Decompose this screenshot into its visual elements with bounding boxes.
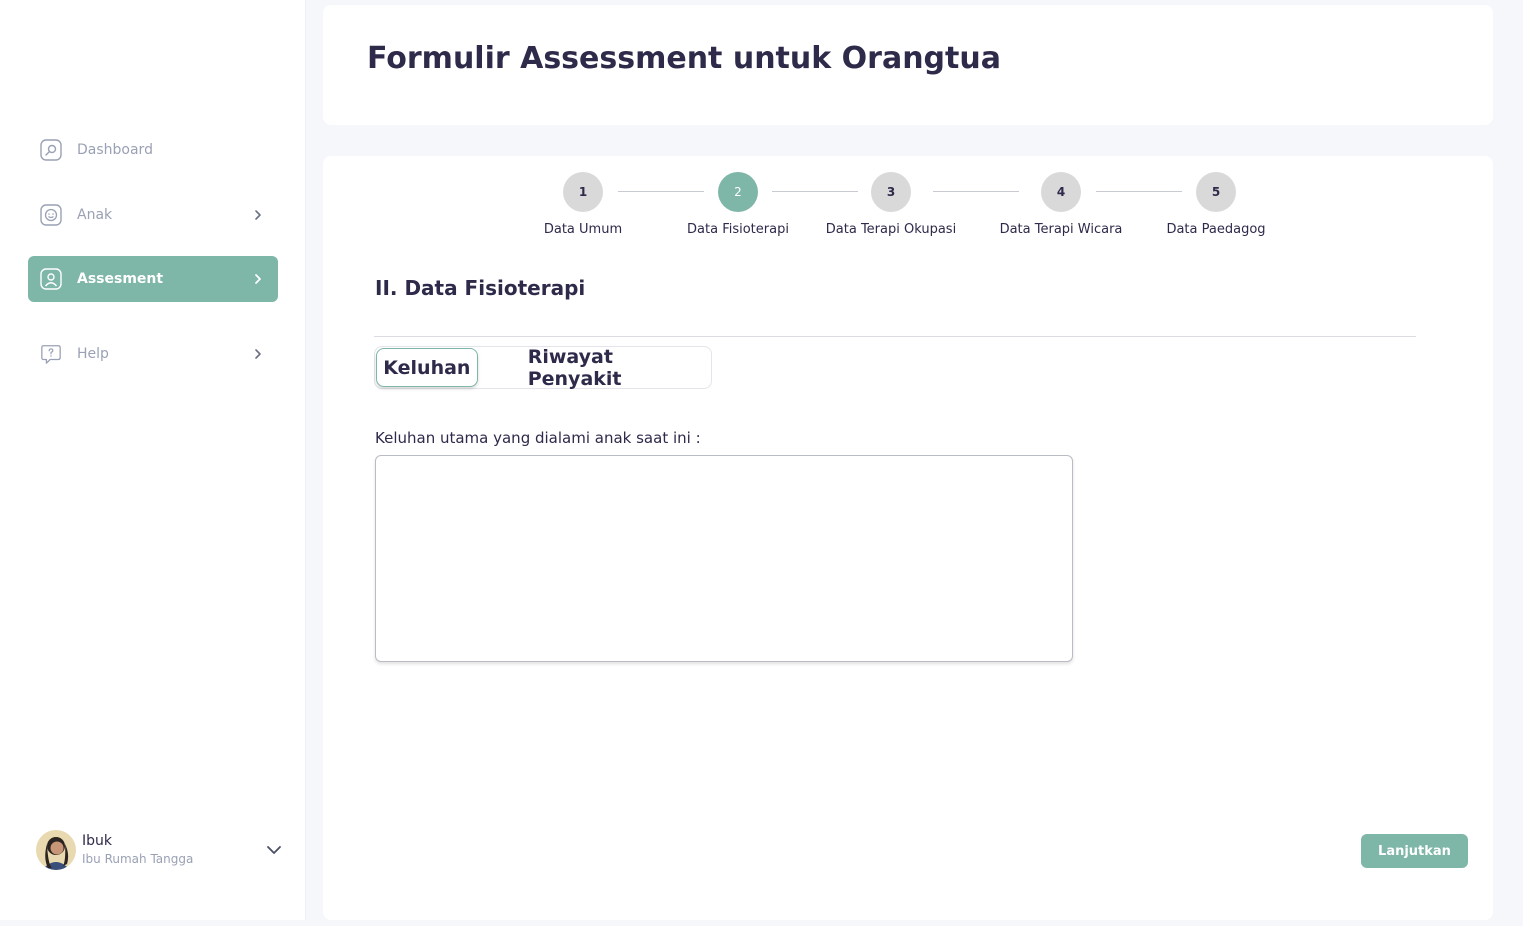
section-title: II. Data Fisioterapi <box>375 276 586 300</box>
sidebar-item-assesment[interactable]: Assesment <box>28 256 278 302</box>
step-label: Data Terapi Wicara <box>999 222 1123 237</box>
sidebar: Dashboard Anak Assesment Help Ibuk Ibu R… <box>0 0 306 920</box>
page-title: Formulir Assessment untuk Orangtua <box>367 41 1001 76</box>
form-card: 1 Data Umum 2 Data Fisioterapi 3 Data Te… <box>323 156 1493 920</box>
sidebar-item-label: Anak <box>77 207 113 223</box>
step-label: Data Fisioterapi <box>687 222 789 237</box>
next-button[interactable]: Lanjutkan <box>1361 834 1468 868</box>
step-number: 5 <box>1196 172 1236 212</box>
form-tabs: Keluhan Riwayat Penyakit <box>374 346 712 390</box>
user-icon <box>40 268 62 290</box>
sidebar-item-anak[interactable]: Anak <box>28 192 278 238</box>
chevron-right-icon <box>248 269 268 289</box>
step-label: Data Umum <box>543 222 623 237</box>
avatar <box>36 830 76 870</box>
sidebar-item-help[interactable]: Help <box>28 331 278 377</box>
step-number: 2 <box>718 172 758 212</box>
step-number: 3 <box>871 172 911 212</box>
step-5[interactable]: 5 Data Paedagog <box>1136 172 1296 237</box>
chevron-down-icon[interactable] <box>262 838 286 862</box>
chevron-right-icon <box>248 344 268 364</box>
step-4[interactable]: 4 Data Terapi Wicara <box>981 172 1141 237</box>
help-icon <box>40 343 62 365</box>
step-label: Data Paedagog <box>1166 222 1266 237</box>
user-name: Ibuk <box>82 833 112 849</box>
header-card: Formulir Assessment untuk Orangtua <box>323 5 1493 125</box>
step-number: 1 <box>563 172 603 212</box>
step-label: Data Terapi Okupasi <box>825 222 957 237</box>
sidebar-item-label: Assesment <box>77 271 164 287</box>
complaint-textarea[interactable] <box>375 455 1073 662</box>
sidebar-item-label: Dashboard <box>77 142 153 158</box>
complaint-label: Keluhan utama yang dialami anak saat ini… <box>375 429 701 447</box>
divider <box>374 336 1416 337</box>
smile-icon <box>40 204 62 226</box>
tab-keluhan[interactable]: Keluhan <box>376 348 478 387</box>
step-1[interactable]: 1 Data Umum <box>503 172 663 237</box>
dashboard-icon <box>40 139 62 161</box>
user-role: Ibu Rumah Tangga <box>82 852 194 866</box>
sidebar-item-dashboard[interactable]: Dashboard <box>28 127 278 173</box>
step-number: 4 <box>1041 172 1081 212</box>
step-2[interactable]: 2 Data Fisioterapi <box>658 172 818 237</box>
tab-riwayat-penyakit[interactable]: Riwayat Penyakit <box>528 346 711 390</box>
user-profile: Ibuk Ibu Rumah Tangga <box>36 828 286 872</box>
chevron-right-icon <box>248 205 268 225</box>
step-3[interactable]: 3 Data Terapi Okupasi <box>811 172 971 237</box>
sidebar-item-label: Help <box>77 346 109 362</box>
